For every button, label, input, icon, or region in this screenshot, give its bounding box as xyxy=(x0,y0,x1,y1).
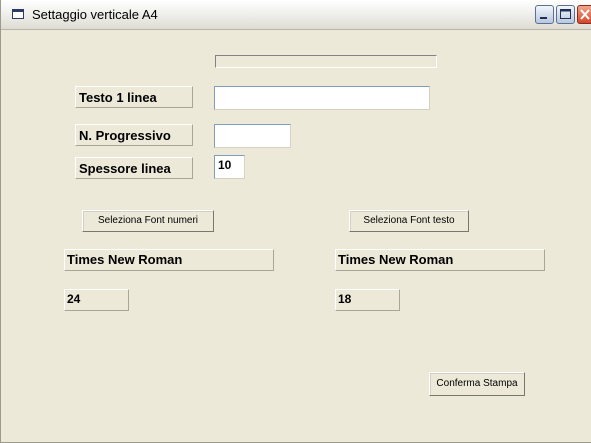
label-spessore-linea: Spessore linea xyxy=(75,157,193,179)
title-bar[interactable]: Settaggio verticale A4 xyxy=(1,0,591,30)
font-numeri-size: 24 xyxy=(64,289,129,311)
window-app-icon xyxy=(12,9,24,19)
maximize-icon xyxy=(560,9,571,19)
font-numeri-name: Times New Roman xyxy=(64,249,274,271)
spessore-input[interactable]: 10 xyxy=(214,155,245,179)
form-client-area: Testo 1 linea N. Progressivo Spessore li… xyxy=(1,30,591,443)
minimize-button[interactable] xyxy=(535,5,554,24)
testo-linea-input[interactable] xyxy=(214,86,430,110)
maximize-button[interactable] xyxy=(556,5,575,24)
font-testo-name: Times New Roman xyxy=(335,249,545,271)
progress-bar xyxy=(215,55,437,68)
close-icon xyxy=(580,9,590,20)
close-button[interactable] xyxy=(577,5,591,24)
progressivo-input[interactable] xyxy=(214,124,291,148)
seleziona-font-numeri-button[interactable]: Seleziona Font numeri xyxy=(82,210,214,232)
conferma-stampa-button[interactable]: Conferma Stampa xyxy=(429,372,525,396)
label-testo-linea: Testo 1 linea xyxy=(75,86,193,108)
minimize-icon xyxy=(540,17,547,19)
font-testo-size: 18 xyxy=(335,289,400,311)
window-title: Settaggio verticale A4 xyxy=(32,7,158,22)
settaggio-window: Settaggio verticale A4 Testo 1 linea N. … xyxy=(0,0,591,443)
seleziona-font-testo-button[interactable]: Seleziona Font testo xyxy=(349,210,469,232)
label-progressivo: N. Progressivo xyxy=(75,124,193,146)
